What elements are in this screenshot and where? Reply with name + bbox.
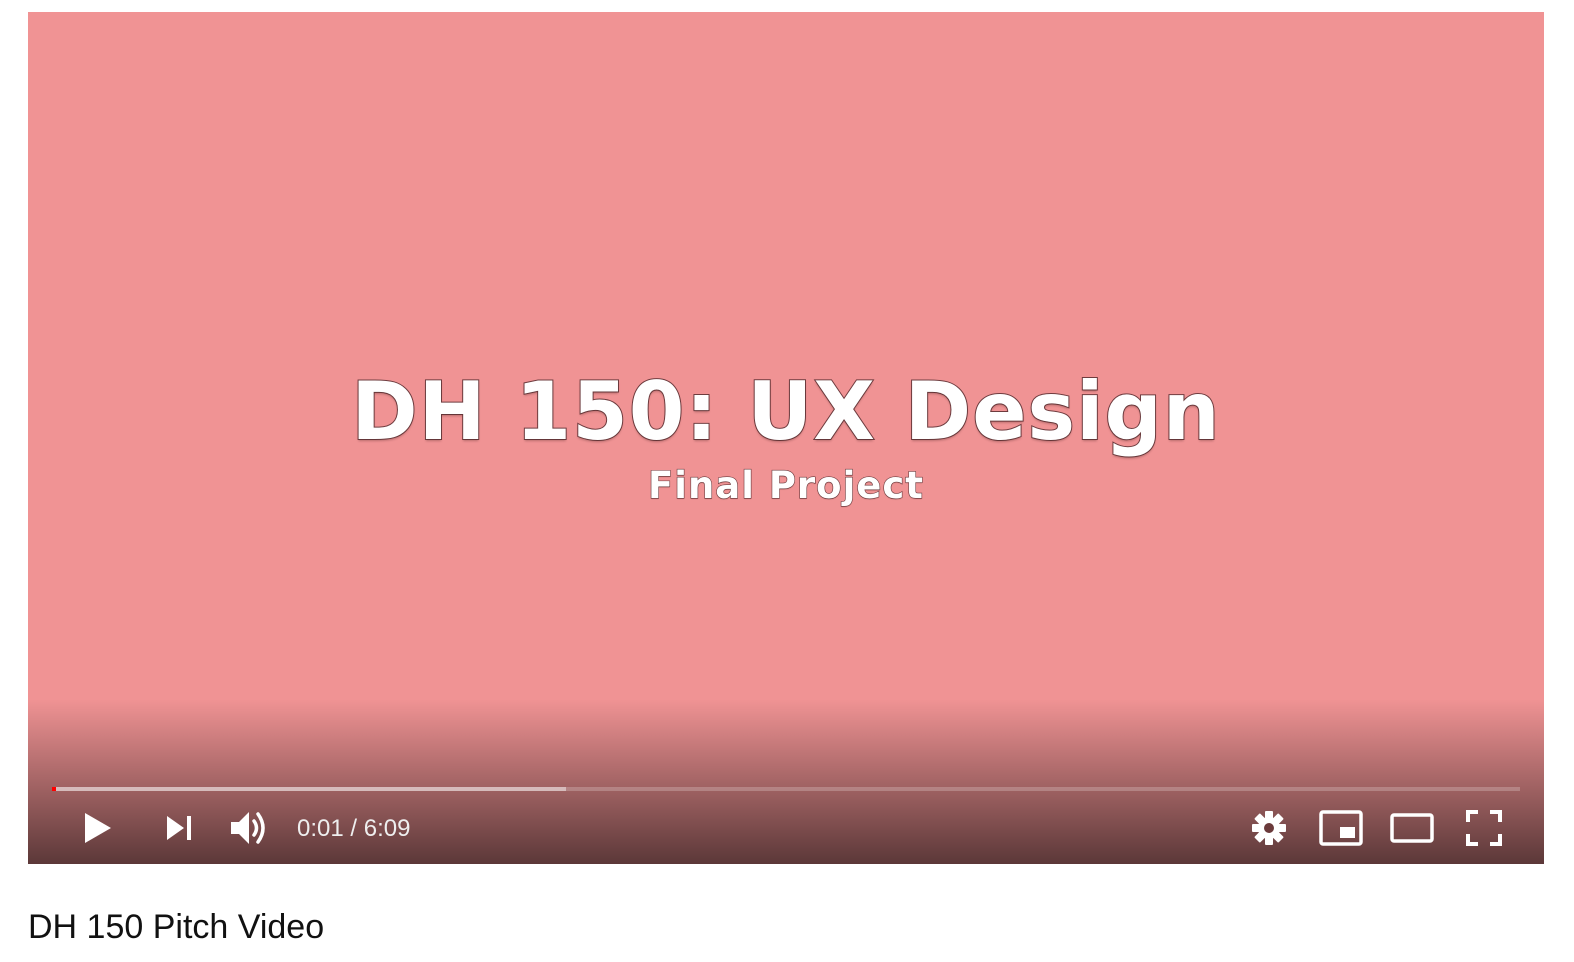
gear-icon	[1252, 811, 1286, 845]
player-controls: 0:01 / 6:09	[28, 800, 1544, 856]
fullscreen-button[interactable]	[1460, 804, 1508, 852]
time-display: 0:01 / 6:09	[297, 815, 410, 843]
time-separator: /	[350, 815, 358, 842]
volume-icon	[231, 812, 265, 844]
miniplayer-button[interactable]	[1317, 804, 1365, 852]
miniplayer-icon	[1319, 810, 1363, 846]
progress-played	[52, 787, 57, 791]
progress-bar[interactable]	[52, 786, 1520, 792]
duration: 6:09	[363, 815, 411, 842]
progress-buffered	[52, 787, 566, 791]
play-icon	[85, 813, 111, 843]
video-frame-title: DH 150: UX Design	[350, 364, 1221, 459]
settings-button[interactable]	[1245, 804, 1293, 852]
next-icon	[167, 816, 191, 840]
theater-mode-icon	[1390, 813, 1434, 843]
fullscreen-icon	[1466, 810, 1502, 846]
next-button[interactable]	[155, 804, 203, 852]
current-time: 0:01	[297, 815, 344, 842]
video-player[interactable]: DH 150: UX Design Final Project 0:01 / 6…	[28, 12, 1544, 864]
video-title: DH 150 Pitch Video	[28, 908, 325, 946]
video-frame-subtitle: Final Project	[647, 463, 924, 507]
play-button[interactable]	[74, 804, 122, 852]
volume-button[interactable]	[225, 804, 273, 852]
theater-mode-button[interactable]	[1388, 804, 1436, 852]
